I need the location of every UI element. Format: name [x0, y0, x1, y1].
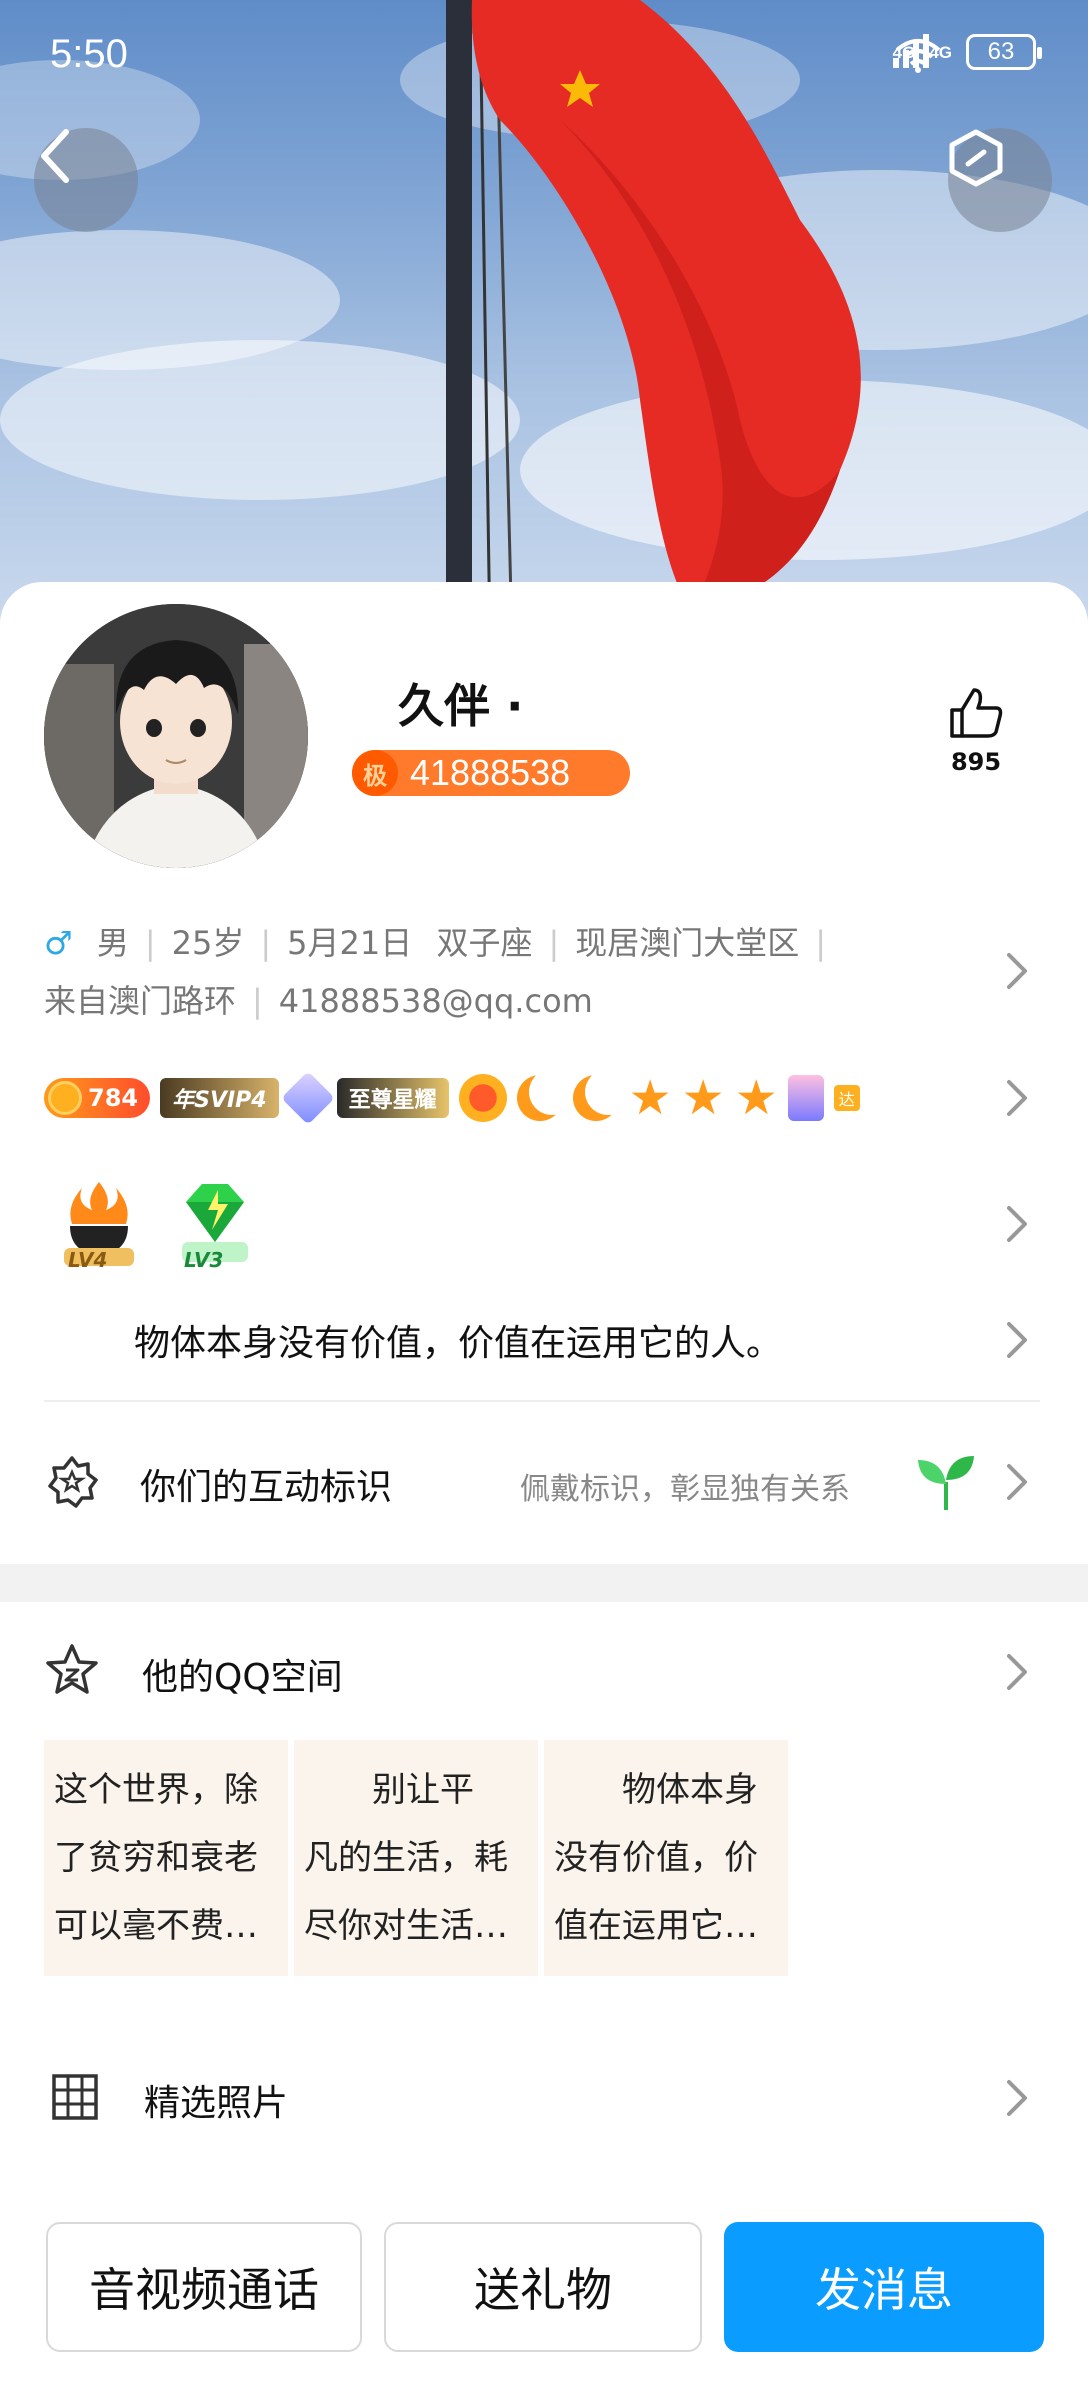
level-label-2: LV3	[184, 1248, 224, 1272]
qq-number: 41888538	[410, 752, 571, 793]
post-line: 了贫穷和衰老	[54, 1838, 258, 1878]
qzone-post-card[interactable]: 物体本身 没有价值，价 值在运用它…	[544, 1740, 788, 1976]
qzone-posts: 这个世界，除 了贫穷和衰老 可以毫不费… 别让平 凡的生活，耗 尽你对生活… 物…	[44, 1740, 788, 1976]
interaction-tag-row[interactable]: 你们的互动标识 佩戴标识，彰显独有关系	[44, 1448, 1044, 1518]
send-message-button[interactable]: 发消息	[724, 2222, 1044, 2352]
location-text: 现居澳门大堂区	[575, 924, 800, 962]
qzone-post-card[interactable]: 这个世界，除 了贫穷和衰老 可以毫不费…	[44, 1740, 288, 1976]
avatar[interactable]	[44, 604, 308, 868]
divider	[44, 1400, 1040, 1402]
chevron-right-icon	[1007, 953, 1027, 989]
photos-title: 精选照片	[144, 2083, 289, 2124]
svip-badge: 年SVIP4	[160, 1078, 279, 1118]
profile-info[interactable]: ♂ 男 | 25岁 | 5月21日 双子座 | 现居澳门大堂区 | 来自澳门路环 | 418885…	[44, 914, 1004, 1030]
grid-icon	[52, 2074, 98, 2120]
last-badge: 达	[833, 1085, 860, 1111]
interaction-desc: 佩戴标识，彰显独有关系	[520, 1472, 850, 1507]
back-button[interactable]	[34, 128, 138, 232]
level-label-1: LV4	[68, 1248, 108, 1272]
star-icon: ★	[628, 1070, 672, 1126]
chevron-right-icon	[1007, 1654, 1027, 1690]
badge-star-icon	[48, 1456, 98, 1508]
qzone-row[interactable]: 他的QQ空间	[44, 1638, 1044, 1708]
badge-row[interactable]: 784 年SVIP4 至尊星耀 ★ ★ ★ 达	[44, 1070, 988, 1126]
chevron-right-icon	[1007, 1080, 1027, 1116]
interaction-title: 你们的互动标识	[140, 1467, 393, 1508]
male-icon: ♂	[44, 924, 73, 962]
featured-photos-row[interactable]: 精选照片	[44, 2062, 1044, 2132]
status-icons: 4G 4G 63	[892, 34, 1042, 73]
age-text: 25岁	[171, 924, 245, 962]
sun-icon	[458, 1074, 507, 1122]
avatar-image	[44, 604, 308, 868]
post-line: 凡的生活，耗	[304, 1838, 508, 1878]
coin-icon	[48, 1081, 82, 1115]
post-line: 可以毫不费…	[54, 1906, 258, 1946]
nickname[interactable]: 久伴 ·	[398, 670, 524, 736]
status-bar: 5:50 4G 4G 63	[0, 0, 1088, 110]
star-icon-2: ★	[681, 1070, 725, 1126]
chevron-right-icon	[1007, 1464, 1027, 1500]
post-line: 值在运用它…	[554, 1906, 758, 1946]
settings-button[interactable]	[948, 128, 1052, 232]
chevron-left-icon	[41, 129, 69, 183]
qq-level-icon: 极	[352, 750, 398, 796]
action-bar: 音视频通话 送礼物 发消息	[44, 2222, 1044, 2354]
cover-photo[interactable]: 5:50 4G 4G 63	[0, 0, 1088, 640]
qzone-title: 他的QQ空间	[142, 1657, 343, 1698]
game-level-icon: LV4	[56, 1176, 142, 1272]
moon-icon	[517, 1075, 563, 1121]
battery-indicator: 63	[966, 34, 1042, 70]
zodiac-text: 双子座	[436, 924, 533, 962]
level-icons[interactable]: LV4 LV3	[56, 1176, 258, 1272]
qzone-post-card[interactable]: 别让平 凡的生活，耗 尽你对生活…	[294, 1740, 538, 1976]
points-value: 784	[88, 1084, 139, 1112]
like-count: 895	[950, 748, 1002, 776]
section-divider	[0, 1564, 1088, 1602]
star-icon-3: ★	[734, 1070, 778, 1126]
hometown-text: 来自澳门路环	[44, 982, 237, 1020]
moon-icon-2	[573, 1075, 619, 1121]
points-badge: 784	[44, 1078, 151, 1118]
chevron-right-icon	[1007, 2080, 1027, 2116]
sprout-icon	[918, 1456, 974, 1510]
qzone-star-icon	[46, 1644, 98, 1694]
post-line: 别让平	[304, 1770, 474, 1810]
thumbs-up-icon	[950, 688, 1003, 738]
like-button[interactable]: 895	[940, 686, 1012, 776]
chevron-right-icon	[1007, 1322, 1027, 1358]
send-gift-button[interactable]: 送礼物	[384, 2222, 702, 2352]
status-time: 5:50	[50, 32, 128, 76]
post-line: 物体本身	[554, 1770, 758, 1810]
diamond-level-icon: LV3	[172, 1176, 258, 1272]
hexagon-settings-icon	[949, 129, 1003, 187]
gem-icon	[280, 1071, 335, 1125]
email-text: 41888538@qq.com	[278, 982, 593, 1020]
signature[interactable]: 物体本身没有价值，价值在运用它的人。	[134, 1314, 782, 1366]
signal-bars-icon-2	[892, 34, 929, 68]
post-line: 这个世界，除	[54, 1770, 258, 1810]
phone-badge-icon	[787, 1075, 824, 1121]
post-line: 尽你对生活…	[304, 1906, 508, 1946]
post-line: 没有价值，价	[554, 1838, 758, 1878]
birthday-text: 5月21日	[287, 924, 413, 962]
video-call-button[interactable]: 音视频通话	[46, 2222, 362, 2352]
qq-number-badge[interactable]: 极 41888538	[352, 750, 630, 796]
chevron-right-icon	[1007, 1206, 1027, 1242]
gender-text: 男	[96, 924, 129, 962]
supreme-badge: 至尊星耀	[336, 1078, 449, 1118]
